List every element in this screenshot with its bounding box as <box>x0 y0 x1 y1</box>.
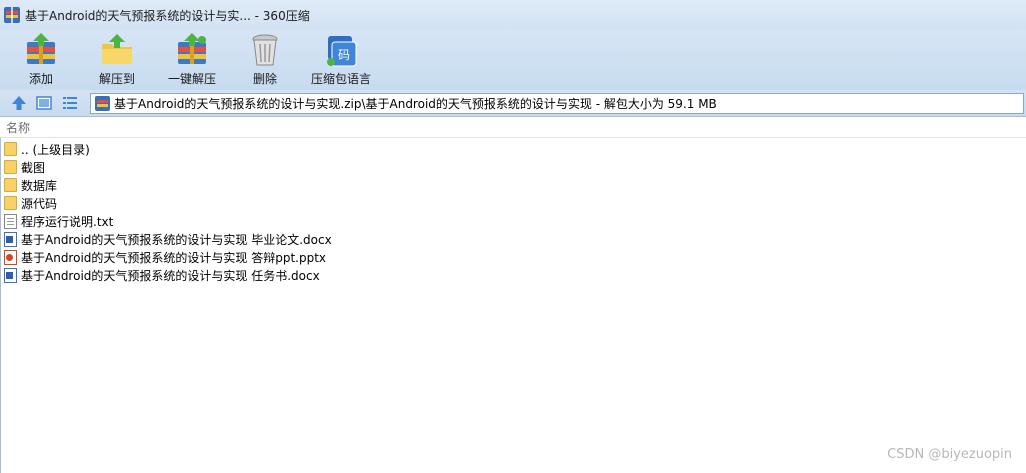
powerpoint-icon <box>4 249 17 265</box>
archive-language-button[interactable]: 码 压缩包语言 <box>308 30 374 90</box>
one-click-extract-label: 一键解压 <box>167 72 216 86</box>
archive-language-icon: 码 <box>327 36 357 67</box>
add-archive-icon <box>27 33 55 64</box>
svg-text:码: 码 <box>338 48 350 62</box>
extract-to-button[interactable]: 解压到 <box>92 30 142 90</box>
archive-language-label: 压缩包语言 <box>310 72 371 86</box>
delete-trash-icon <box>252 34 278 66</box>
file-name: 数据库 <box>21 178 58 193</box>
path-text: 基于Android的天气预报系统的设计与实现.zip\基于Android的天气预… <box>114 97 717 111</box>
folder-icon <box>4 196 17 210</box>
list-item[interactable]: 基于Android的天气预报系统的设计与实现 毕业论文.docx <box>0 230 400 248</box>
file-name: 基于Android的天气预报系统的设计与实现 答辩ppt.pptx <box>21 250 327 265</box>
column-header-name[interactable]: 名称 <box>0 118 1026 138</box>
file-name: 程序运行说明.txt <box>21 214 114 229</box>
archive-icon <box>95 96 110 111</box>
file-name: 源代码 <box>21 196 58 211</box>
one-click-extract-button[interactable]: 一键解压 <box>164 30 220 90</box>
list-item[interactable]: 截图 <box>0 158 400 176</box>
file-name: 基于Android的天气预报系统的设计与实现 毕业论文.docx <box>21 232 332 247</box>
extract-to-label: 解压到 <box>98 72 135 86</box>
path-bar: 基于Android的天气预报系统的设计与实现.zip\基于Android的天气预… <box>0 90 1026 117</box>
app-archive-icon <box>4 7 20 23</box>
list-item[interactable]: 源代码 <box>0 194 400 212</box>
list-item[interactable]: .. (上级目录) <box>0 140 400 158</box>
add-label: 添加 <box>28 72 53 86</box>
list-item[interactable]: 基于Android的天气预报系统的设计与实现 任务书.docx <box>0 266 400 284</box>
list-item[interactable]: 基于Android的天气预报系统的设计与实现 答辩ppt.pptx <box>0 248 400 266</box>
list-view-icon[interactable] <box>61 94 79 112</box>
window-title: 基于Android的天气预报系统的设计与实... - 360压缩 <box>25 8 310 23</box>
watermark: CSDN @biyezuopin <box>887 447 1012 462</box>
folder-icon <box>4 178 17 192</box>
word-document-icon <box>4 231 17 247</box>
file-name: .. (上级目录) <box>21 142 90 157</box>
delete-label: 删除 <box>252 72 277 86</box>
add-button[interactable]: 添加 <box>16 30 66 90</box>
list-item[interactable]: 数据库 <box>0 176 400 194</box>
path-field[interactable]: 基于Android的天气预报系统的设计与实现.zip\基于Android的天气预… <box>90 93 1024 114</box>
folder-icon <box>4 160 17 174</box>
file-name: 基于Android的天气预报系统的设计与实现 任务书.docx <box>21 268 320 283</box>
folder-icon <box>4 142 17 156</box>
one-click-extract-icon <box>178 33 206 64</box>
file-name: 截图 <box>21 160 46 175</box>
word-document-icon <box>4 267 17 283</box>
toolbar: 添加 解压到 一键解压 删除 码 压缩包语言 <box>0 30 1026 90</box>
delete-button[interactable]: 删除 <box>242 30 288 90</box>
text-file-icon <box>4 213 17 229</box>
extract-to-icon <box>102 34 132 64</box>
thumbnail-view-icon[interactable] <box>35 94 53 112</box>
up-level-icon[interactable] <box>10 94 28 112</box>
list-item[interactable]: 程序运行说明.txt <box>0 212 400 230</box>
title-bar: 基于Android的天气预报系统的设计与实... - 360压缩 <box>0 0 1026 30</box>
